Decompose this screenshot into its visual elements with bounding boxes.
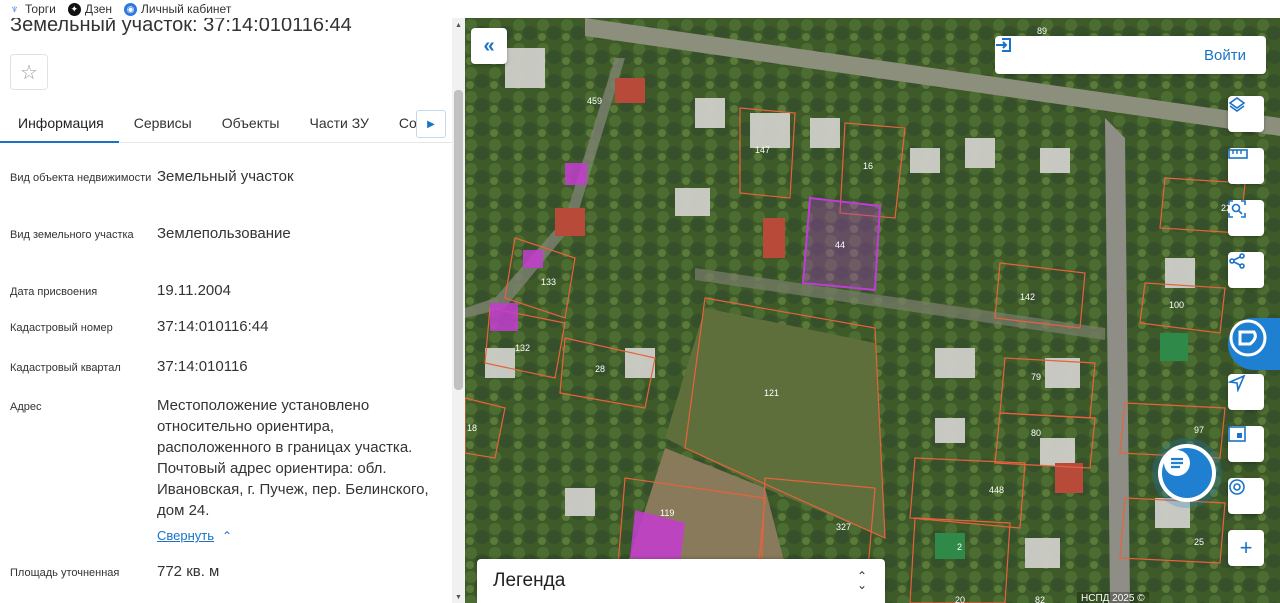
legend-panel[interactable]: Легенда ⌃ ⌄ [477,559,885,603]
satellite-map[interactable]: 459 147 16 44 133 132 28 121 142 100 22 … [465,18,1280,603]
parcel-label[interactable]: 82 [1035,595,1045,603]
legend-label: Легенда [493,570,566,591]
gosuslugi-button[interactable] [1228,318,1280,370]
field-label: Кадастровый квартал [10,362,121,374]
parcel-label[interactable]: 44 [835,240,845,250]
field-value: 19.11.2004 [157,282,231,299]
parcel-label[interactable]: 20 [955,595,965,603]
dzen-icon: ✦ [67,2,81,16]
field-label: Площадь уточненная [10,567,120,579]
collapse-panel-button[interactable]: « [471,28,507,64]
field-label: Кадастровый номер [10,322,113,334]
chevron-right-icon: ▶ [427,118,435,130]
parcel-label[interactable]: 16 [863,161,873,171]
field-value: Землепользование [157,225,291,242]
location-button[interactable] [1228,374,1264,410]
field-value: Земельный участок [157,168,294,185]
parcel-label[interactable]: 147 [755,145,770,155]
area-select-button[interactable] [1228,200,1264,236]
parcel-label[interactable]: 79 [1031,372,1041,382]
field-object-type: Вид объекта недвижимости Земельный участ… [10,166,440,189]
field-land-type: Вид земельного участка Землепользование [10,223,440,246]
login-button[interactable]: Войти [995,36,1266,74]
parcel-label[interactable]: 448 [989,485,1004,495]
tab-services[interactable]: Сервисы [119,108,207,143]
field-address: Адрес Местоположение установлено относит… [10,395,440,547]
parcel-label[interactable]: 18 [467,423,477,433]
tab-bar: Информация Сервисы Объекты Части ЗУ Сост… [0,108,452,143]
chevron-up-icon: ⌃ [222,529,233,543]
field-label: Дата присвоения [10,286,98,298]
bookmark-cabinet[interactable]: ◉ Личный кабинет [124,2,231,16]
field-assign-date: Дата присвоения 19.11.2004 [10,280,440,303]
tab-objects[interactable]: Объекты [207,108,295,143]
share-button[interactable] [1228,252,1264,288]
bookmarks-bar: ♆ Торги ✦ Дзен ◉ Личный кабинет [0,0,1280,18]
double-chevron-left-icon: « [483,34,495,57]
chat-button[interactable] [1158,444,1216,502]
map-view[interactable]: 459 147 16 44 133 132 28 121 142 100 22 … [465,18,1280,603]
parcel-label[interactable]: 89 [1037,26,1047,36]
favorite-button[interactable]: ☆ [10,54,48,90]
info-panel: Земельный участок: 37:14:010116:44 ☆ Инф… [0,18,452,603]
bookmark-dzen[interactable]: ✦ Дзен [67,2,112,16]
tabs-next-button[interactable]: ▶ [416,110,446,138]
parcel-label[interactable]: 28 [595,364,605,374]
parcel-label[interactable]: 132 [515,343,530,353]
parcel-label[interactable]: 133 [541,277,556,287]
window-button[interactable] [1228,426,1264,462]
field-cadastral-quarter: Кадастровый квартал 37:14:010116 [10,356,440,379]
collapse-link[interactable]: Свернуть [157,525,214,546]
zoom-in-button[interactable]: + [1228,530,1264,566]
parcel-label[interactable]: 25 [1194,537,1204,547]
field-value: 37:14:010116:44 [157,318,269,335]
parcel-label[interactable]: 97 [1194,425,1204,435]
layers-button[interactable] [1228,96,1264,132]
panel-scrollbar[interactable]: ▲ ▼ [452,18,465,603]
field-label: Вид объекта недвижимости [10,172,152,184]
cabinet-icon: ◉ [124,2,138,16]
page-title: Земельный участок: 37:14:010116:44 [10,18,352,36]
map-copyright: НСПД 2025 © [1077,592,1149,603]
point-button[interactable] [1228,478,1264,514]
ruler-button[interactable] [1228,148,1264,184]
field-label: Вид земельного участка [10,229,134,241]
parcel-label[interactable]: 327 [836,522,851,532]
tab-parts[interactable]: Части ЗУ [294,108,383,143]
bookmark-torgi[interactable]: ♆ Торги [8,2,56,16]
field-area: Площадь уточненная 772 кв. м [10,561,440,584]
parcel-label[interactable]: 459 [587,96,602,106]
scroll-up-icon[interactable]: ▲ [455,22,462,29]
field-value: Местоположение установлено относительно … [157,397,429,519]
parcel-label[interactable]: 119 [660,508,674,518]
tab-info[interactable]: Информация [0,108,119,143]
torgi-icon: ♆ [8,2,21,16]
field-value: 37:14:010116 [157,358,248,375]
scrollbar-thumb[interactable] [454,90,463,390]
star-icon: ☆ [20,61,38,84]
zoom-in-icon: + [1239,535,1253,560]
parcel-label[interactable]: 121 [764,388,779,398]
parcel-label[interactable]: 100 [1169,300,1184,310]
parcel-label[interactable]: 2 [957,542,962,552]
parcel-label[interactable]: 80 [1031,428,1041,438]
login-label: Войти [1204,46,1246,64]
field-value: 772 кв. м [157,563,220,580]
parcel-label[interactable]: 142 [1020,292,1035,302]
field-label: Адрес [10,401,42,413]
scroll-down-icon[interactable]: ▼ [455,594,462,601]
field-cadastral-number: Кадастровый номер 37:14:010116:44 [10,316,440,339]
expand-icon[interactable]: ⌃ ⌄ [857,570,867,591]
